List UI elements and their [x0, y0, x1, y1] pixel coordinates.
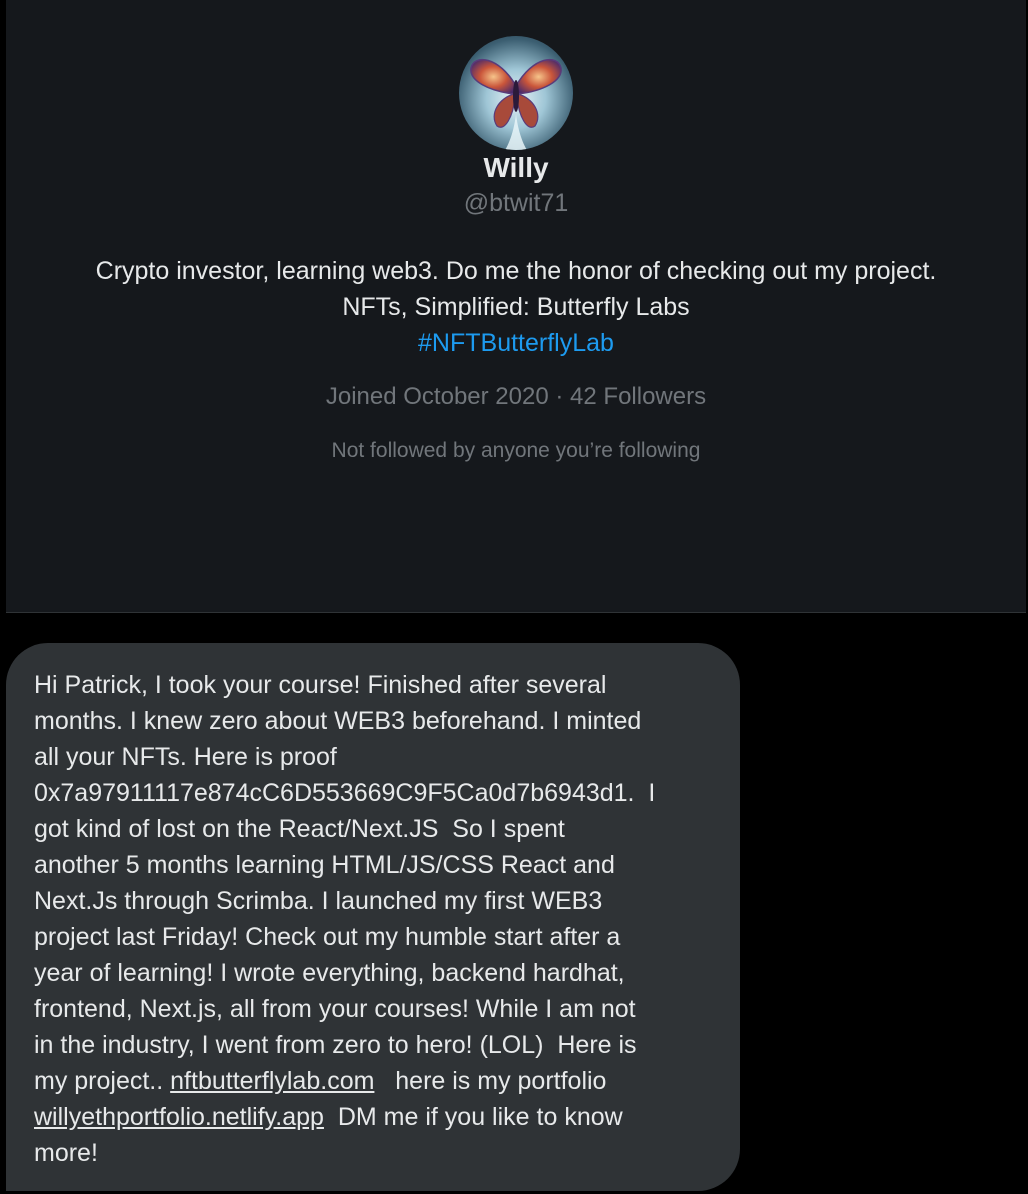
- bio-line-2: NFTs, Simplified: Butterfly Labs: [342, 293, 690, 321]
- followers-count[interactable]: 42 Followers: [570, 383, 706, 410]
- hashtag-link[interactable]: #NFTButterflyLab: [6, 325, 1026, 361]
- message-line-links: willyethportfolio.netlify.app DM me if y…: [34, 1099, 712, 1135]
- message-line: another 5 months learning HTML/JS/CSS Re…: [34, 851, 615, 879]
- message-bubble: Hi Patrick, I took your course! Finished…: [6, 643, 740, 1191]
- message-line: project last Friday! Check out my humble…: [34, 923, 621, 951]
- message-text: here is my portfolio: [374, 1067, 607, 1095]
- message-text: my project..: [34, 1067, 171, 1095]
- message-line: all your NFTs. Here is proof: [34, 743, 337, 771]
- message-line: in the industry, I went from zero to her…: [34, 1031, 637, 1059]
- followed-by-note: Not followed by anyone you’re following: [331, 439, 701, 462]
- message-line-links: my project.. nftbutterflylab.com here is…: [34, 1063, 712, 1099]
- joined-date: Joined October 2020: [325, 383, 549, 410]
- profile-bio: Crypto investor, learning web3. Do me th…: [6, 253, 1026, 361]
- message-line: months. I knew zero about WEB3 beforehan…: [34, 707, 642, 735]
- project-link[interactable]: nftbutterflylab.com: [170, 1067, 374, 1095]
- meta-separator: ·: [555, 383, 564, 410]
- message-line: 0x7a97911117e874cC6D553669C9F5Ca0d7b6943…: [34, 779, 656, 807]
- profile-handle[interactable]: @btwit71: [6, 189, 1026, 218]
- butterfly-avatar-icon[interactable]: [459, 36, 573, 150]
- message-line: year of learning! I wrote everything, ba…: [34, 959, 625, 987]
- profile-card: Willy @btwit71 Crypto investor, learning…: [6, 0, 1026, 613]
- message-line: more!: [34, 1139, 98, 1167]
- portfolio-link[interactable]: willyethportfolio.netlify.app: [34, 1103, 324, 1131]
- message-text: DM me if you like to know: [323, 1103, 623, 1131]
- bio-line-1: Crypto investor, learning web3. Do me th…: [95, 257, 937, 285]
- profile-name[interactable]: Willy: [6, 152, 1026, 184]
- message-line: Hi Patrick, I took your course! Finished…: [34, 671, 607, 699]
- message-line: frontend, Next.js, all from your courses…: [34, 995, 636, 1023]
- message-line: got kind of lost on the React/Next.JS So…: [34, 815, 565, 843]
- message-line: Next.Js through Scrimba. I launched my f…: [34, 887, 603, 915]
- profile-meta: Joined October 2020 · 42 Followers: [6, 383, 1026, 411]
